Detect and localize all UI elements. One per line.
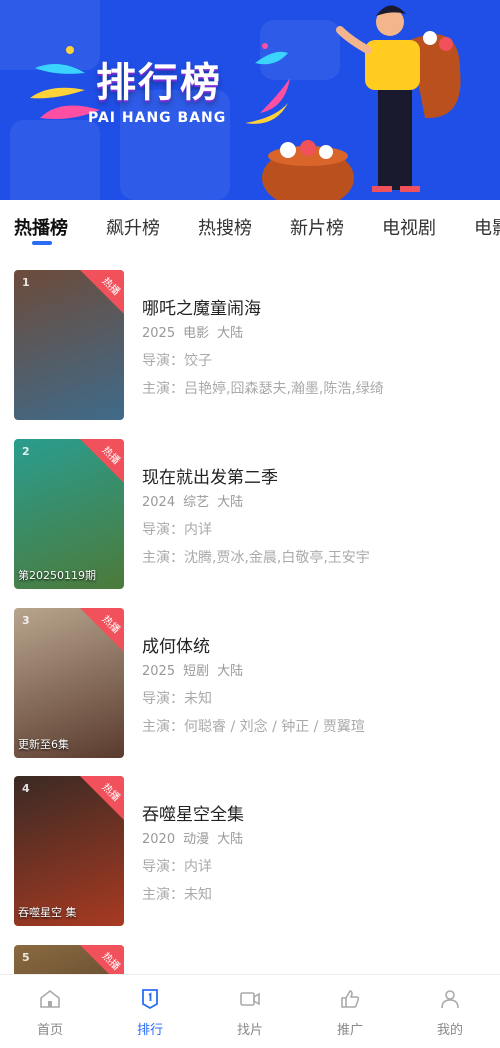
item-year: 2025 bbox=[142, 326, 176, 341]
item-title[interactable]: 现在就出发第二季 bbox=[142, 463, 278, 488]
item-year: 2024 bbox=[142, 495, 176, 510]
rank-number: 2 bbox=[22, 445, 30, 458]
item-actors: 主演：何聪睿 / 刘念 / 钟正 / 贾翼瑄 bbox=[142, 716, 365, 736]
item-title[interactable]: 吞噬星空全集 bbox=[142, 800, 244, 825]
item-actors: 主演：沈腾,贾冰,金晨,白敬亭,王安宇 bbox=[142, 547, 370, 567]
item-actors: 主演：未知 bbox=[142, 884, 212, 904]
actors-prefix: 主演： bbox=[142, 887, 184, 903]
bottom-navigation: 首页 排行 找片 推广 我的 bbox=[0, 974, 500, 1048]
poster-caption: 吞噬星空 集 bbox=[18, 906, 77, 919]
actors-value: 吕艳婷,囧森瑟夫,瀚墨,陈浩,绿绮 bbox=[184, 381, 384, 397]
director-prefix: 导演： bbox=[142, 691, 184, 707]
banner-subtitle: PAI HANG BANG bbox=[88, 110, 227, 126]
item-director: 导演：内详 bbox=[142, 856, 212, 876]
item-actors: 主演：吕艳婷,囧森瑟夫,瀚墨,陈浩,绿绮 bbox=[142, 378, 384, 398]
item-type: 综艺 bbox=[183, 495, 210, 510]
rank-number: 3 bbox=[22, 614, 30, 627]
item-director: 导演：饺子 bbox=[142, 350, 212, 370]
actors-value: 未知 bbox=[184, 887, 212, 903]
banner-logo: 排行榜 PAI HANG BANG bbox=[30, 38, 290, 138]
item-meta: 2024 综艺 大陆 bbox=[142, 491, 251, 510]
banner-illustration bbox=[262, 5, 461, 200]
tab-hot-play[interactable]: 热播榜 bbox=[14, 214, 68, 240]
thumbs-up-icon bbox=[341, 990, 360, 1008]
actors-prefix: 主演： bbox=[142, 719, 184, 735]
hot-badge: 热播 bbox=[80, 439, 124, 483]
director-prefix: 导演： bbox=[142, 859, 184, 875]
rank-tabs: 热播榜 飙升榜 热搜榜 新片榜 电视剧 电影 bbox=[0, 200, 500, 258]
poster-image[interactable]: 1 热播 bbox=[14, 270, 124, 420]
nav-mine-label: 我的 bbox=[436, 1023, 463, 1038]
active-tab-indicator bbox=[32, 241, 52, 245]
tab-rising[interactable]: 飙升榜 bbox=[106, 214, 160, 240]
rank-number: 4 bbox=[22, 782, 30, 795]
rank-list-item[interactable]: 1 热播 哪吒之魔童闹海 2025 电影 大陆 导演：饺子 主演：吕艳婷,囧森瑟夫,瀚墨,陈浩… bbox=[0, 270, 500, 422]
nav-promote[interactable]: 推广 bbox=[300, 975, 400, 1048]
tab-tv-series[interactable]: 电视剧 bbox=[382, 214, 436, 240]
item-director: 导演：未知 bbox=[142, 688, 212, 708]
item-year: 2025 bbox=[142, 664, 176, 679]
item-region: 大陆 bbox=[217, 495, 244, 510]
item-type: 短剧 bbox=[183, 664, 210, 679]
director-value: 内详 bbox=[184, 859, 212, 875]
item-meta: 2025 电影 大陆 bbox=[142, 322, 251, 341]
director-prefix: 导演： bbox=[142, 353, 184, 369]
item-meta: 2025 短剧 大陆 bbox=[142, 660, 251, 679]
poster-caption: 第20250119期 bbox=[18, 569, 96, 582]
director-value: 内详 bbox=[184, 522, 212, 538]
director-value: 饺子 bbox=[184, 353, 212, 369]
poster-image[interactable]: 4 热播吞噬星空 集 bbox=[14, 776, 124, 926]
nav-mine[interactable]: 我的 bbox=[400, 975, 500, 1048]
nav-promote-label: 推广 bbox=[336, 1023, 363, 1038]
actors-value: 沈腾,贾冰,金晨,白敬亭,王安宇 bbox=[184, 550, 370, 566]
nav-find[interactable]: 找片 bbox=[200, 975, 300, 1048]
item-meta: 2020 动漫 大陆 bbox=[142, 828, 251, 847]
banner-title: 排行榜 bbox=[96, 60, 222, 106]
item-title[interactable]: 成何体统 bbox=[142, 632, 210, 657]
hot-badge: 热播 bbox=[80, 270, 124, 314]
poster-image[interactable]: 3 热播更新至6集 bbox=[14, 608, 124, 758]
poster-caption: 更新至6集 bbox=[18, 738, 69, 751]
item-year: 2020 bbox=[142, 832, 176, 847]
item-region: 大陆 bbox=[217, 664, 244, 679]
tab-hot-search[interactable]: 热搜榜 bbox=[198, 214, 252, 240]
rank-banner: 排行榜 PAI HANG BANG bbox=[0, 0, 500, 200]
rank-list-item[interactable]: 3 热播 更新至6集 成何体统 2025 短剧 大陆 导演：未知 主演：何聪睿 / 刘念 / 钟… bbox=[0, 608, 500, 760]
item-type: 电影 bbox=[183, 326, 210, 341]
rank-number: 1 bbox=[22, 276, 30, 289]
rank-number: 5 bbox=[22, 951, 30, 964]
item-type: 动漫 bbox=[183, 832, 210, 847]
user-icon bbox=[441, 990, 459, 1009]
nav-find-label: 找片 bbox=[236, 1023, 263, 1038]
nav-rank-label: 排行 bbox=[136, 1023, 163, 1038]
nav-home-label: 首页 bbox=[36, 1023, 63, 1038]
rank-icon bbox=[142, 989, 158, 1010]
home-icon bbox=[40, 989, 60, 1008]
tab-movie[interactable]: 电影 bbox=[474, 214, 500, 240]
tab-new-release[interactable]: 新片榜 bbox=[290, 214, 344, 240]
poster-image[interactable]: 2 热播第20250119期 bbox=[14, 439, 124, 589]
video-search-icon bbox=[240, 992, 260, 1006]
director-value: 未知 bbox=[184, 691, 212, 707]
hot-badge: 热播 bbox=[80, 776, 124, 820]
director-prefix: 导演： bbox=[142, 522, 184, 538]
actors-prefix: 主演： bbox=[142, 550, 184, 566]
rank-list-item[interactable]: 4 热播 吞噬星空 集吞噬星空全集 2020 动漫 大陆 导演：内详 主演：未知 bbox=[0, 776, 500, 928]
item-region: 大陆 bbox=[217, 326, 244, 341]
rank-list-item[interactable]: 2 热播 第20250119期 现在就出发第二季 2024 综艺 大陆 导演：内详 主演：沈腾,… bbox=[0, 439, 500, 591]
actors-value: 何聪睿 / 刘念 / 钟正 / 贾翼瑄 bbox=[184, 719, 365, 735]
item-title[interactable]: 哪吒之魔童闹海 bbox=[142, 294, 261, 319]
item-region: 大陆 bbox=[217, 832, 244, 847]
hot-badge: 热播 bbox=[80, 608, 124, 652]
nav-rank[interactable]: 排行 bbox=[100, 975, 200, 1048]
actors-prefix: 主演： bbox=[142, 381, 184, 397]
nav-home[interactable]: 首页 bbox=[0, 975, 100, 1048]
item-director: 导演：内详 bbox=[142, 519, 212, 539]
